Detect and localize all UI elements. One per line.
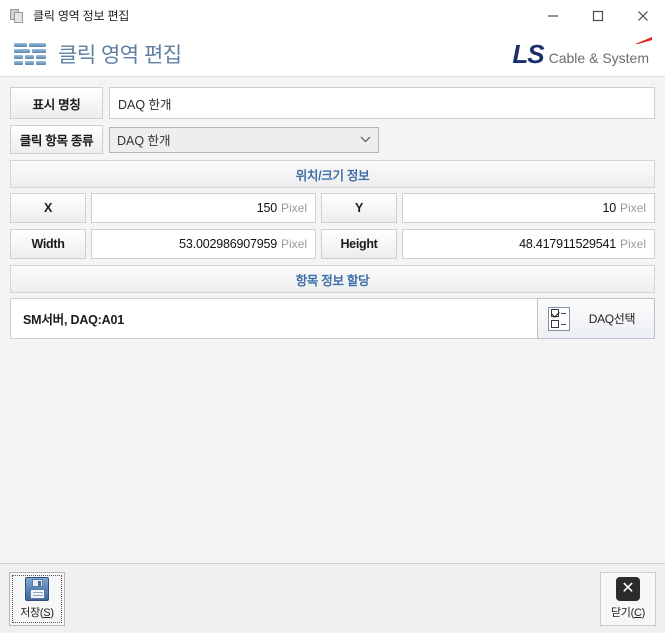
dialog-footer: 저장(S) ✕ 닫기(C) bbox=[0, 563, 665, 633]
width-value: 53.002986907959 bbox=[179, 237, 277, 251]
y-label: Y bbox=[321, 193, 397, 223]
click-item-type-label: 클릭 항목 종류 bbox=[10, 125, 103, 154]
display-name-row: 표시 명칭 DAQ 한개 bbox=[10, 87, 655, 119]
logo-mark: LS bbox=[512, 39, 544, 69]
y-input[interactable]: 10 Pixel bbox=[402, 193, 655, 223]
minimize-button[interactable] bbox=[530, 0, 575, 31]
dialog-window: 클릭 영역 정보 편집 클릭 영역 편집 LS Cable & System 표… bbox=[0, 0, 665, 633]
save-button-label: 저장(S) bbox=[20, 607, 54, 619]
click-item-type-row: 클릭 항목 종류 DAQ 한개 bbox=[10, 125, 655, 154]
page-title: 클릭 영역 편집 bbox=[58, 44, 182, 67]
dialog-content: 표시 명칭 DAQ 한개 클릭 항목 종류 DAQ 한개 위치/크기 정보 X … bbox=[0, 77, 665, 563]
width-unit: Pixel bbox=[280, 237, 307, 251]
chevron-down-icon bbox=[360, 136, 371, 143]
assign-row: SM서버, DAQ:A01 DAQ선택 bbox=[10, 298, 655, 339]
window-title: 클릭 영역 정보 편집 bbox=[33, 9, 130, 23]
logo-swoosh-icon bbox=[635, 37, 652, 44]
y-value: 10 bbox=[602, 201, 616, 215]
width-label: Width bbox=[10, 229, 86, 259]
close-button-label: 닫기(C) bbox=[610, 607, 646, 619]
daq-select-button[interactable]: DAQ선택 bbox=[537, 298, 655, 339]
x-value: 150 bbox=[256, 201, 277, 215]
height-label: Height bbox=[321, 229, 397, 259]
save-button[interactable]: 저장(S) bbox=[9, 571, 65, 626]
x-unit: Pixel bbox=[280, 201, 307, 215]
x-label: X bbox=[10, 193, 86, 223]
position-section-header: 위치/크기 정보 bbox=[10, 160, 655, 188]
grid-bars-icon bbox=[14, 41, 46, 67]
window-copy-icon bbox=[10, 8, 26, 24]
daq-select-button-label: DAQ선택 bbox=[588, 312, 636, 326]
ls-cable-system-logo: LS Cable & System bbox=[512, 37, 652, 69]
logo-wordmark: Cable & System bbox=[548, 49, 649, 66]
height-unit: Pixel bbox=[619, 237, 646, 251]
assigned-item-value: SM서버, DAQ:A01 bbox=[10, 298, 538, 339]
floppy-disk-icon bbox=[25, 577, 49, 601]
checklist-icon bbox=[548, 306, 570, 331]
width-input[interactable]: 53.002986907959 Pixel bbox=[91, 229, 316, 259]
window-controls bbox=[530, 0, 665, 31]
height-input[interactable]: 48.417911529541 Pixel bbox=[402, 229, 655, 259]
close-x-icon: ✕ bbox=[616, 577, 640, 601]
header-band: 클릭 영역 편집 LS Cable & System bbox=[0, 32, 665, 77]
height-value: 48.417911529541 bbox=[519, 237, 616, 251]
close-button[interactable]: ✕ 닫기(C) bbox=[600, 571, 656, 626]
x-input[interactable]: 150 Pixel bbox=[91, 193, 316, 223]
close-window-button[interactable] bbox=[620, 0, 665, 31]
title-bar: 클릭 영역 정보 편집 bbox=[0, 0, 665, 32]
display-name-input[interactable]: DAQ 한개 bbox=[109, 87, 655, 119]
assign-section-header: 항목 정보 할당 bbox=[10, 265, 655, 293]
display-name-label: 표시 명칭 bbox=[10, 87, 103, 119]
position-wh-row: Width 53.002986907959 Pixel Height 48.41… bbox=[10, 229, 655, 259]
y-unit: Pixel bbox=[619, 201, 646, 215]
maximize-button[interactable] bbox=[575, 0, 620, 31]
click-item-type-value: DAQ 한개 bbox=[117, 134, 171, 148]
position-xy-row: X 150 Pixel Y 10 Pixel bbox=[10, 193, 655, 223]
click-item-type-select[interactable]: DAQ 한개 bbox=[109, 126, 379, 153]
